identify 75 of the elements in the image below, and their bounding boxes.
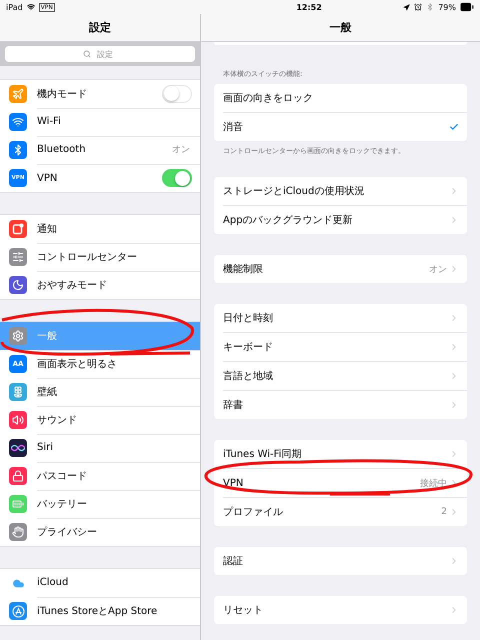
battery-percent: 79% xyxy=(438,2,456,12)
lock-icon xyxy=(12,470,24,482)
settings-row[interactable]: VPN 接続中 xyxy=(223,469,467,498)
settings-row[interactable]: ストレージとiCloudの使用状況 xyxy=(223,177,467,206)
item-label: Wi-Fi xyxy=(37,116,62,127)
switches-icon xyxy=(12,251,24,263)
item-label: おやすみモード xyxy=(37,279,108,292)
row-label: 言語と地域 xyxy=(223,370,274,383)
settings-row[interactable]: 機能制限 オン xyxy=(223,255,467,283)
row-label: 辞書 xyxy=(223,398,244,412)
moon-icon xyxy=(12,279,24,291)
clock-time: 12:52 xyxy=(296,2,322,12)
alarm-icon xyxy=(414,3,422,11)
item-label: プライバシー xyxy=(37,526,98,539)
row-label: キーボード xyxy=(223,341,274,354)
row-label: 画面の向きをロック xyxy=(223,92,314,105)
wifi-icon xyxy=(12,116,24,128)
item-label: VPN xyxy=(37,172,58,184)
device-name: iPad xyxy=(6,2,23,12)
item-label: iCloud xyxy=(37,577,70,588)
settings-row[interactable]: 言語と地域 xyxy=(223,362,467,391)
row-value: 接続中 xyxy=(420,478,447,490)
battery-icon xyxy=(12,498,24,510)
item-label: コントロールセンター xyxy=(37,250,138,264)
row-label: 認証 xyxy=(223,554,244,568)
battery-status-icon xyxy=(460,0,474,14)
airplane-icon xyxy=(12,88,24,100)
row-label: 機能制限 xyxy=(223,262,264,276)
item-label: 画面表示と明るさ xyxy=(37,358,118,370)
wifi-signal-icon xyxy=(26,3,35,11)
settings-row[interactable]: 日付と時刻 xyxy=(223,304,467,333)
item-value: オン xyxy=(172,144,190,156)
sidebar-title: 設定 xyxy=(89,20,111,35)
row-label: プロファイル xyxy=(223,506,284,519)
item-label: 通知 xyxy=(37,222,58,236)
settings-row[interactable]: 認証 xyxy=(223,547,467,575)
item-label: Bluetooth xyxy=(37,144,87,155)
settings-row[interactable]: プロファイル 2 xyxy=(223,498,467,526)
settings-row[interactable]: 辞書 xyxy=(223,391,467,419)
item-label: パスコード xyxy=(37,470,88,482)
row-label: 日付と時刻 xyxy=(223,312,274,325)
toggle-switch[interactable] xyxy=(162,169,192,187)
bluetooth-status-icon xyxy=(426,3,434,11)
settings-row[interactable]: 画面の向きをロック xyxy=(223,84,467,113)
row-label: ストレージとiCloudの使用状況 xyxy=(223,184,366,198)
item-label: Siri xyxy=(37,442,54,453)
location-arrow-icon xyxy=(403,4,410,10)
bluetooth-icon xyxy=(12,144,24,156)
wave-icon xyxy=(11,443,25,453)
settings-row[interactable]: Appのバックグラウンド更新 xyxy=(223,206,467,234)
row-value: 2 xyxy=(441,507,447,517)
item-label: サウンド xyxy=(37,414,78,426)
row-value: オン xyxy=(429,264,447,276)
row-label: リセット xyxy=(223,604,264,617)
flower-icon xyxy=(12,386,24,398)
settings-row[interactable]: 消音 xyxy=(223,113,467,141)
row-label: iTunes Wi-Fi同期 xyxy=(223,448,302,461)
settings-row[interactable]: リセット xyxy=(223,596,467,624)
item-label: 壁紙 xyxy=(37,386,58,398)
search-field[interactable]: 設定 xyxy=(5,46,195,62)
item-label: iTunes StoreとApp Store xyxy=(37,605,158,618)
item-label: 一般 xyxy=(37,330,58,342)
settings-row[interactable]: キーボード xyxy=(223,333,467,362)
row-label: 消音 xyxy=(223,120,244,134)
detail-title: 一般 xyxy=(330,20,352,35)
speaker-icon xyxy=(12,414,24,426)
gear-icon xyxy=(12,330,24,342)
hand-icon xyxy=(12,526,24,538)
item-label: バッテリー xyxy=(37,498,88,510)
settings-row[interactable]: iTunes Wi-Fi同期 xyxy=(223,440,467,469)
row-label: Appのバックグラウンド更新 xyxy=(223,214,354,227)
notification-icon xyxy=(12,223,24,235)
item-label: 機内モード xyxy=(37,88,88,100)
row-label: VPN xyxy=(223,478,244,488)
search-icon xyxy=(83,50,91,58)
